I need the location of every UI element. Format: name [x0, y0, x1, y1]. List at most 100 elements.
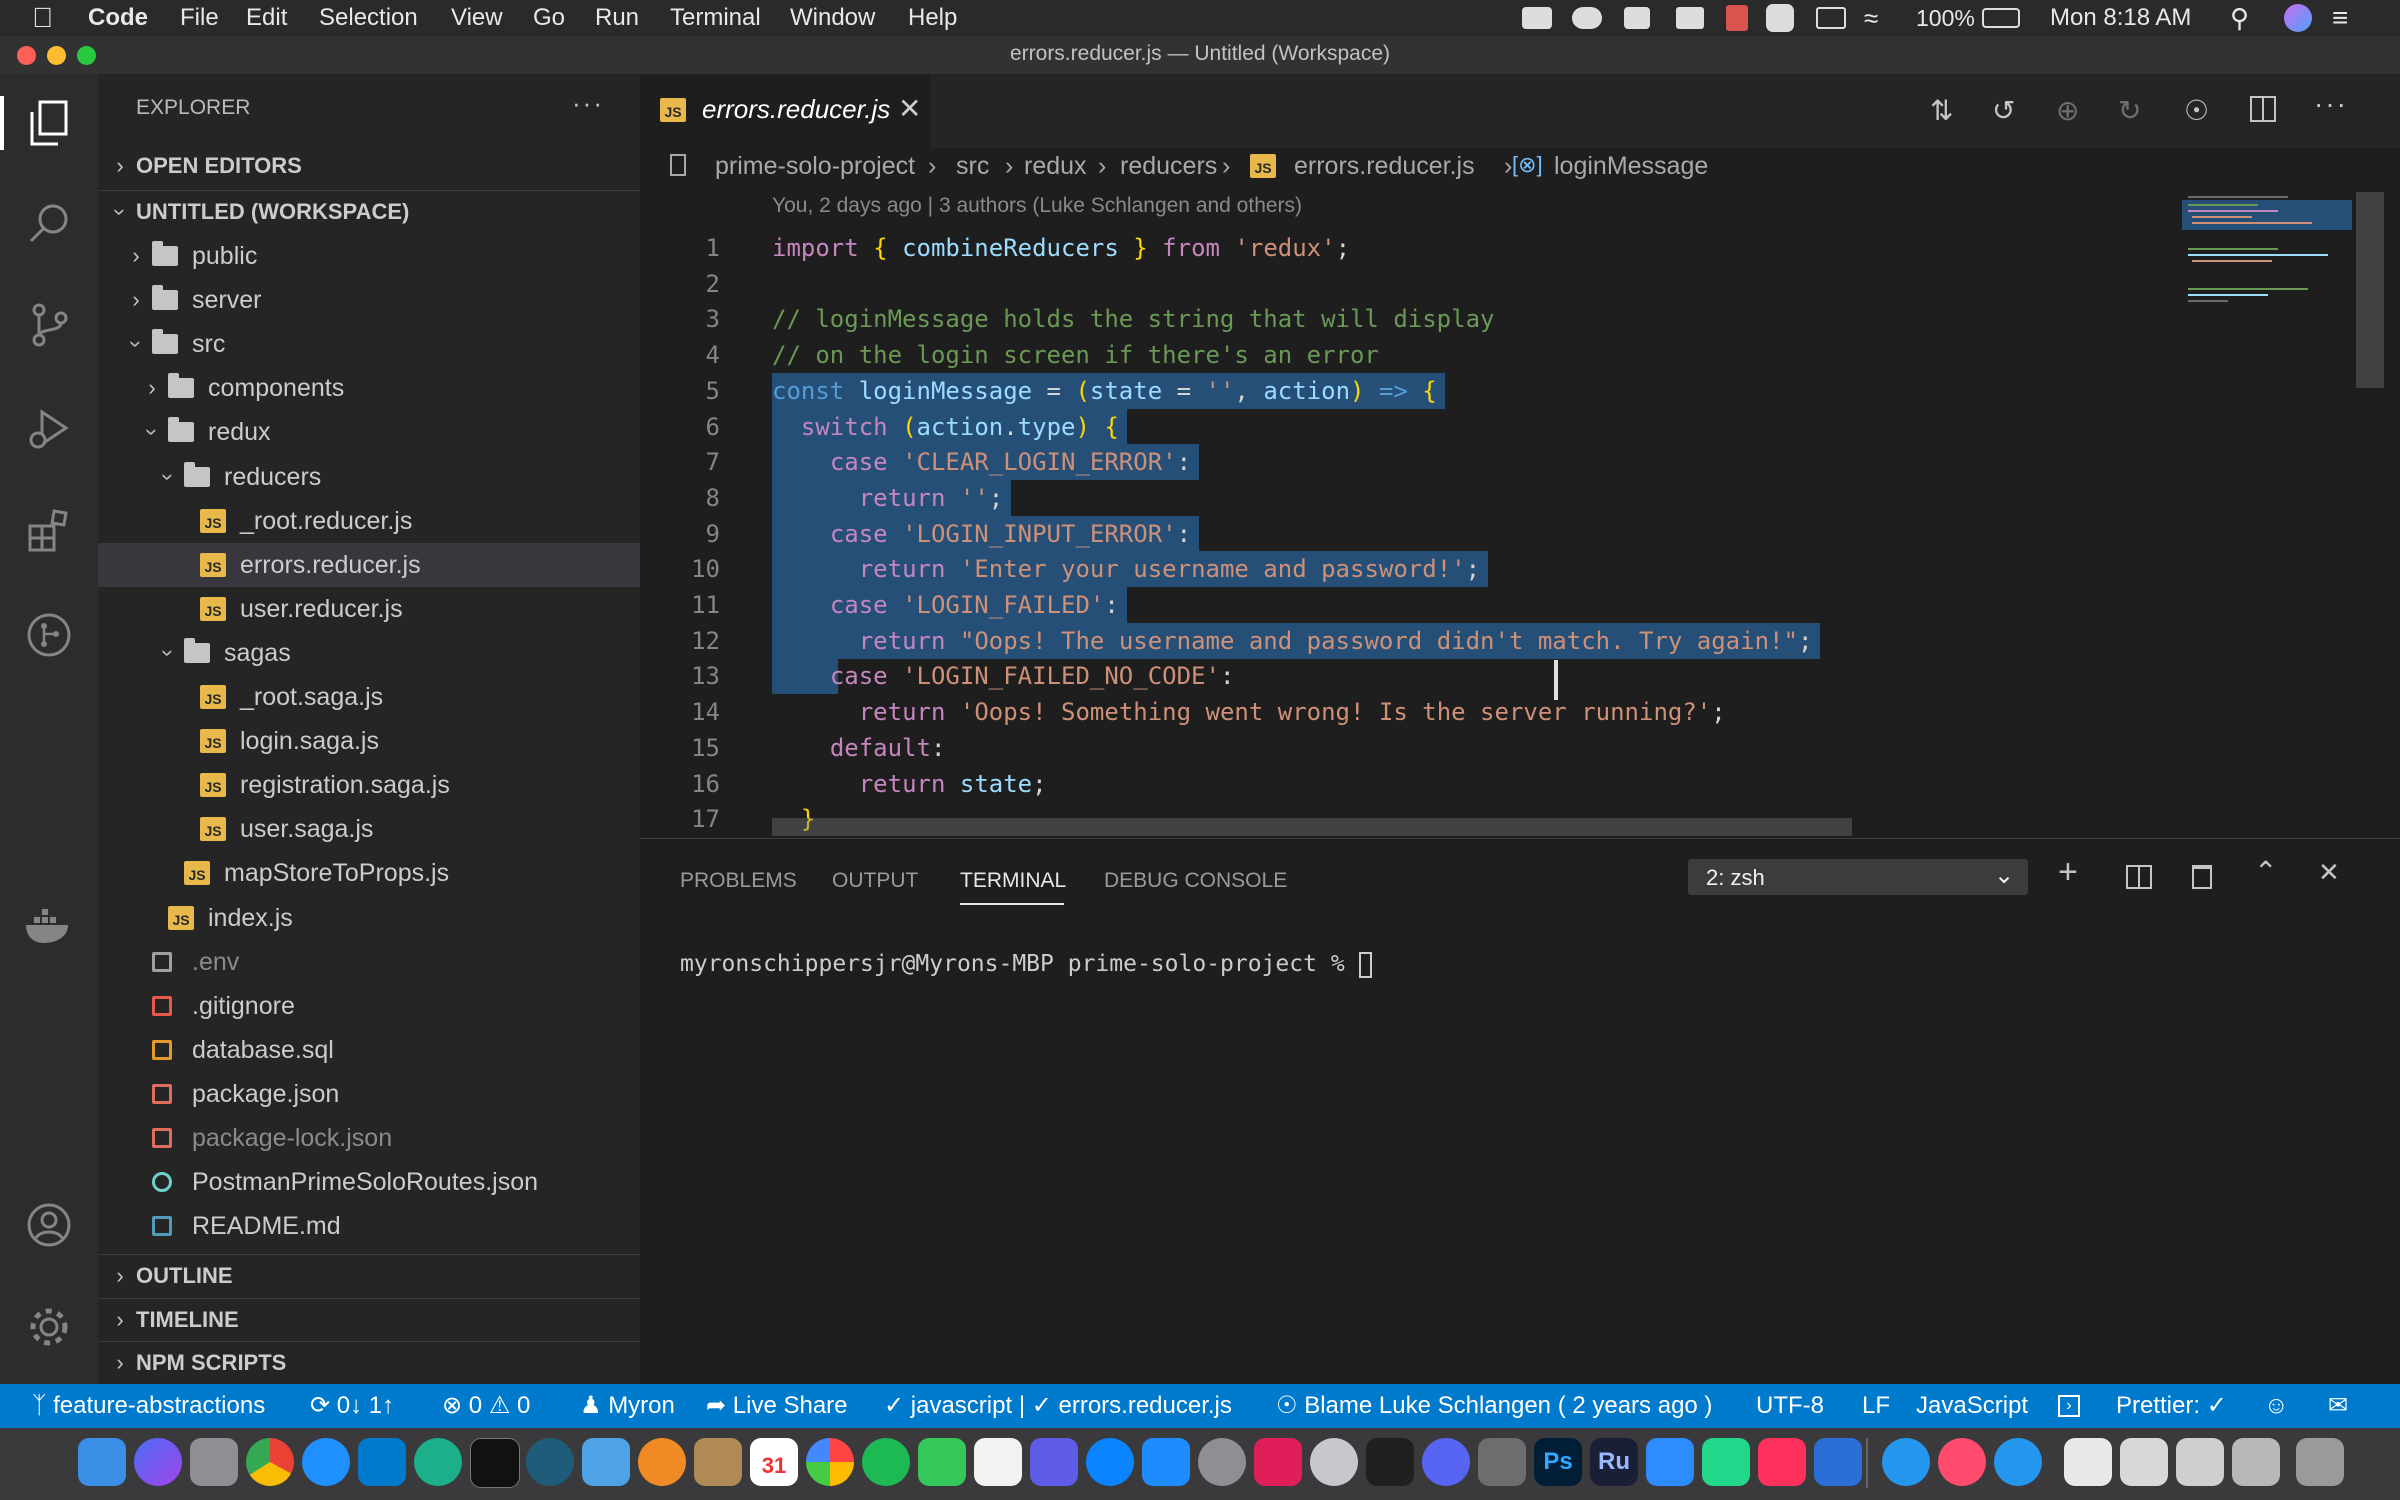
commit-icon[interactable]: ⊕ — [2056, 94, 2079, 127]
git-graph-icon[interactable] — [24, 610, 74, 660]
close-tab-icon[interactable]: ✕ — [898, 92, 921, 125]
menu-terminal[interactable]: Terminal — [670, 4, 761, 32]
tree-file[interactable]: JS mapStoreToProps.js — [98, 851, 640, 895]
code-line[interactable]: 13 case 'LOGIN_FAILED_NO_CODE': — [640, 658, 2160, 694]
utility-icon[interactable] — [1310, 1438, 1358, 1486]
airplay-icon[interactable] — [1816, 7, 1846, 29]
sync-item[interactable]: ⟳ 0↓ 1↑ — [310, 1384, 394, 1428]
menu-help[interactable]: Help — [908, 4, 957, 32]
tab-terminal[interactable]: TERMINAL — [960, 869, 1066, 893]
code-line[interactable]: 9 case 'LOGIN_INPUT_ERROR': — [640, 516, 2160, 552]
docker-whale-icon[interactable] — [1994, 1438, 2042, 1486]
terminal-icon[interactable] — [470, 1438, 520, 1488]
vscode-icon[interactable] — [358, 1438, 406, 1486]
breadcrumb-src[interactable]: src — [956, 152, 989, 181]
tree-file[interactable]: JS index.js — [98, 896, 640, 940]
lint-item[interactable]: ✓ javascript | ✓ errors.reducer.js — [884, 1384, 1232, 1428]
editor-more-actions-icon[interactable]: ··· — [2314, 88, 2348, 120]
code-editor[interactable]: You, 2 days ago | 3 authors (Luke Schlan… — [640, 188, 2400, 838]
creative-cloud-dock-icon[interactable] — [1938, 1438, 1986, 1486]
calendar-icon[interactable]: 31 — [750, 1438, 798, 1486]
new-terminal-icon[interactable]: + — [2058, 853, 2078, 892]
search-icon[interactable] — [24, 198, 74, 248]
postman-icon[interactable] — [582, 1438, 630, 1486]
battery-icon[interactable] — [1982, 8, 2020, 28]
code-line[interactable]: 1 import { combineReducers } from 'redux'… — [640, 230, 2160, 266]
creative-cloud-icon[interactable] — [1572, 7, 1602, 29]
language-mode-item[interactable]: JavaScript — [1916, 1384, 2028, 1428]
tree-file[interactable]: README.md — [98, 1204, 640, 1248]
open-editors-section[interactable]: › OPEN EDITORS — [98, 144, 640, 188]
photoshop-icon[interactable]: Ps — [1534, 1438, 1582, 1486]
siri-icon[interactable] — [2284, 4, 2312, 32]
evernote-icon[interactable] — [1624, 7, 1650, 29]
eol-item[interactable]: LF — [1862, 1384, 1890, 1428]
problems-item[interactable]: ⊗ 0 ⚠ 0 — [442, 1384, 530, 1428]
tree-file[interactable]: package-lock.json — [98, 1116, 640, 1160]
affinity-icon[interactable] — [1814, 1438, 1862, 1486]
tab-debug-console[interactable]: DEBUG CONSOLE — [1104, 869, 1287, 893]
tree-file[interactable]: .env — [98, 940, 640, 984]
docker-icon[interactable] — [24, 900, 74, 950]
account-icon[interactable] — [24, 1200, 74, 1250]
menu-go[interactable]: Go — [533, 4, 565, 32]
terminal-select[interactable]: 2: zsh ⌄ — [1688, 859, 2028, 895]
trash-icon[interactable] — [2296, 1438, 2344, 1486]
activity-monitor-icon[interactable] — [1366, 1438, 1414, 1486]
tree-folder[interactable]: › reducers — [98, 455, 640, 499]
document-thumbnail-icon[interactable] — [2064, 1438, 2112, 1486]
close-panel-icon[interactable]: ✕ — [2318, 857, 2340, 888]
rush-icon[interactable]: Ru — [1590, 1438, 1638, 1486]
more-actions-icon[interactable]: ··· — [572, 88, 604, 119]
breadcrumb-reducers[interactable]: reducers — [1120, 152, 1217, 181]
next-change-icon[interactable]: ↻ — [2118, 94, 2141, 127]
menu-run[interactable]: Run — [595, 4, 639, 32]
notes-app-icon[interactable] — [694, 1438, 742, 1486]
tree-folder[interactable]: › src — [98, 322, 640, 366]
open-changes-icon[interactable]: ⇅ — [1930, 94, 1953, 127]
notification-center-icon[interactable]: ≡ — [2332, 4, 2348, 32]
menu-edit[interactable]: Edit — [246, 4, 287, 32]
outline-section[interactable]: › OUTLINE — [98, 1254, 640, 1298]
tree-folder[interactable]: › server — [98, 278, 640, 322]
kill-terminal-icon[interactable] — [2192, 865, 2212, 889]
code-line[interactable]: 11 case 'LOGIN_FAILED': — [640, 587, 2160, 623]
tree-file[interactable]: PostmanPrimeSoloRoutes.json — [98, 1160, 640, 1204]
tree-folder[interactable]: › components — [98, 366, 640, 410]
menu-selection[interactable]: Selection — [319, 4, 418, 32]
atom-icon[interactable] — [414, 1438, 462, 1486]
npm-scripts-section[interactable]: › NPM SCRIPTS — [98, 1341, 640, 1385]
breadcrumb-project[interactable]: prime-solo-project — [715, 152, 915, 181]
tree-file[interactable]: JS user.saga.js — [98, 807, 640, 851]
menu-app-name[interactable]: Code — [88, 4, 148, 32]
tree-folder[interactable]: › redux — [98, 410, 640, 454]
zoom-icon[interactable] — [1646, 1438, 1694, 1486]
workspace-section[interactable]: › UNTITLED (WORKSPACE) — [98, 190, 640, 234]
tree-file[interactable]: JS _root.reducer.js — [98, 499, 640, 543]
editor-scrollbar-thumb[interactable] — [2356, 192, 2384, 388]
postman-orange-icon[interactable] — [638, 1438, 686, 1486]
messages-icon[interactable] — [918, 1438, 966, 1486]
tab-output[interactable]: OUTPUT — [832, 869, 918, 893]
code-line[interactable]: 5 const loginMessage = (state = '', actio… — [640, 373, 2160, 409]
tree-folder[interactable]: › sagas — [98, 631, 640, 675]
maximize-panel-icon[interactable]: ⌃ — [2254, 855, 2277, 888]
blame-item[interactable]: ☉ Blame Luke Schlangen ( 2 years ago ) — [1276, 1384, 1712, 1428]
timeline-section[interactable]: › TIMELINE — [98, 1298, 640, 1342]
spotify-icon[interactable] — [862, 1438, 910, 1486]
finder-icon[interactable] — [78, 1438, 126, 1486]
tree-file[interactable]: JS login.saga.js — [98, 719, 640, 763]
menu-clock[interactable]: Mon 8:18 AM — [2050, 4, 2191, 32]
breadcrumb-symbol[interactable]: loginMessage — [1554, 152, 1708, 181]
split-terminal-icon[interactable] — [2126, 865, 2152, 889]
code-line[interactable]: 7 case 'CLEAR_LOGIN_ERROR': — [640, 444, 2160, 480]
gear-badge-icon[interactable] — [1766, 4, 1794, 32]
feedback-icon[interactable]: ☺ — [2264, 1384, 2289, 1428]
encoding-item[interactable]: UTF-8 — [1756, 1384, 1824, 1428]
slack-icon[interactable] — [1254, 1438, 1302, 1486]
tree-file[interactable]: package.json — [98, 1072, 640, 1116]
horizontal-scrollbar[interactable] — [772, 818, 1852, 836]
branch-item[interactable]: ᛉ feature-abstractions — [32, 1384, 265, 1428]
menu-view[interactable]: View — [451, 4, 503, 32]
docker-dock-icon[interactable] — [1882, 1438, 1930, 1486]
